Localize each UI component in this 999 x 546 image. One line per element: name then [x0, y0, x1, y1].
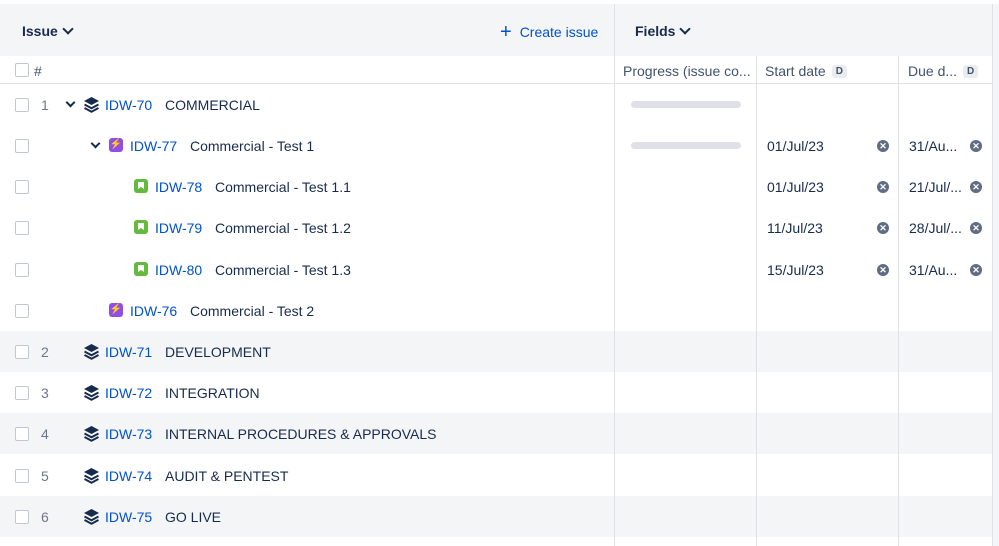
- close-circle-icon[interactable]: ✕: [877, 264, 889, 276]
- issue-key-link[interactable]: IDW-70: [105, 97, 152, 113]
- bookmark-icon: [134, 220, 148, 234]
- row-number: 3: [41, 385, 49, 401]
- issue-key-link[interactable]: IDW-77: [130, 138, 177, 154]
- column-progress-label: Progress (issue co...: [623, 63, 751, 79]
- chevron-down-icon[interactable]: [90, 138, 101, 149]
- close-circle-icon[interactable]: ✕: [877, 222, 889, 234]
- close-circle-icon[interactable]: ✕: [970, 181, 982, 193]
- start-date-value[interactable]: 01/Jul/23: [767, 179, 824, 195]
- issue-summary[interactable]: DEVELOPMENT: [165, 344, 271, 360]
- row-checkbox[interactable]: [15, 180, 29, 194]
- due-date-value[interactable]: 31/Au...: [909, 262, 957, 278]
- column-number: #: [34, 63, 42, 79]
- row-number: 1: [41, 97, 49, 113]
- row-checkbox[interactable]: [15, 469, 29, 483]
- date-type-badge: D: [831, 64, 847, 78]
- issue-summary[interactable]: AUDIT & PENTEST: [165, 468, 288, 484]
- column-divider: [756, 56, 757, 546]
- close-circle-icon[interactable]: ✕: [970, 222, 982, 234]
- row-checkbox[interactable]: [15, 98, 29, 112]
- issue-summary[interactable]: Commercial - Test 1.2: [215, 220, 351, 236]
- chevron-down-icon[interactable]: [65, 97, 76, 108]
- issue-dropdown-button[interactable]: Issue: [22, 23, 74, 39]
- start-date-value[interactable]: 15/Jul/23: [767, 262, 824, 278]
- close-circle-icon[interactable]: ✕: [970, 264, 982, 276]
- issue-key-link[interactable]: IDW-80: [155, 262, 202, 278]
- issue-summary[interactable]: Commercial - Test 1: [190, 138, 314, 154]
- row-checkbox[interactable]: [15, 345, 29, 359]
- issue-key-link[interactable]: IDW-71: [105, 344, 152, 360]
- progress-bar: [631, 142, 741, 149]
- layers-icon: [84, 385, 99, 401]
- issue-summary[interactable]: Commercial - Test 2: [190, 303, 314, 319]
- column-due-date[interactable]: Due d... D: [908, 63, 979, 79]
- fields-dropdown-label: Fields: [635, 23, 676, 39]
- row-number: 5: [41, 468, 49, 484]
- lightning-icon: ⚡: [109, 303, 123, 317]
- create-issue-label: Create issue: [519, 24, 599, 40]
- issue-key-link[interactable]: IDW-78: [155, 179, 202, 195]
- column-progress[interactable]: Progress (issue co...: [623, 63, 751, 79]
- plus-icon: +: [500, 21, 512, 43]
- row-checkbox[interactable]: [15, 510, 29, 524]
- issue-summary[interactable]: COMMERCIAL: [165, 97, 260, 113]
- issue-key-link[interactable]: IDW-74: [105, 468, 152, 484]
- lightning-icon: ⚡: [109, 138, 123, 152]
- issue-key-link[interactable]: IDW-76: [130, 303, 177, 319]
- column-due-date-label: Due d...: [908, 63, 958, 79]
- chevron-down-icon: [679, 23, 692, 35]
- fields-dropdown-button[interactable]: Fields: [635, 23, 692, 39]
- column-divider: [614, 4, 615, 546]
- start-date-value[interactable]: 01/Jul/23: [767, 138, 824, 154]
- issue-dropdown-label: Issue: [22, 23, 58, 39]
- row-checkbox[interactable]: [15, 427, 29, 441]
- column-divider: [898, 56, 899, 546]
- issue-key-link[interactable]: IDW-75: [105, 509, 152, 525]
- layers-icon: [84, 344, 99, 360]
- column-start-date-label: Start date: [765, 63, 826, 79]
- due-date-value[interactable]: 28/Jul/...: [909, 220, 962, 236]
- scrollbar-track[interactable]: [992, 4, 999, 546]
- select-all-checkbox[interactable]: [15, 63, 29, 77]
- issue-summary[interactable]: INTEGRATION: [165, 385, 260, 401]
- start-date-value[interactable]: 11/Jul/23: [767, 220, 823, 236]
- create-issue-button[interactable]: + Create issue: [500, 21, 599, 43]
- issue-key-link[interactable]: IDW-73: [105, 426, 152, 442]
- close-circle-icon[interactable]: ✕: [970, 140, 982, 152]
- row-number: 4: [41, 426, 49, 442]
- due-date-value[interactable]: 21/Jul/...: [909, 179, 962, 195]
- row-checkbox[interactable]: [15, 304, 29, 318]
- layers-icon: [84, 97, 99, 113]
- table-header-bar: [0, 4, 992, 57]
- row-number: 2: [41, 344, 49, 360]
- issue-summary[interactable]: Commercial - Test 1.3: [215, 262, 351, 278]
- chevron-down-icon: [62, 23, 74, 35]
- row-number: 6: [41, 509, 49, 525]
- column-start-date[interactable]: Start date D: [765, 63, 847, 79]
- close-circle-icon[interactable]: ✕: [877, 140, 889, 152]
- issue-summary[interactable]: GO LIVE: [165, 509, 221, 525]
- row-checkbox[interactable]: [15, 221, 29, 235]
- layers-icon: [84, 509, 99, 525]
- issue-summary[interactable]: Commercial - Test 1.1: [215, 179, 351, 195]
- progress-bar: [631, 101, 741, 108]
- issue-summary[interactable]: INTERNAL PROCEDURES & APPROVALS: [165, 426, 437, 442]
- date-type-badge: D: [963, 64, 979, 78]
- layers-icon: [84, 426, 99, 442]
- bookmark-icon: [134, 179, 148, 193]
- layers-icon: [84, 468, 99, 484]
- close-circle-icon[interactable]: ✕: [877, 181, 889, 193]
- due-date-value[interactable]: 31/Au...: [909, 138, 957, 154]
- issue-key-link[interactable]: IDW-72: [105, 385, 152, 401]
- bookmark-icon: [134, 262, 148, 276]
- row-checkbox[interactable]: [15, 386, 29, 400]
- row-checkbox[interactable]: [15, 139, 29, 153]
- row-checkbox[interactable]: [15, 263, 29, 277]
- issue-key-link[interactable]: IDW-79: [155, 220, 202, 236]
